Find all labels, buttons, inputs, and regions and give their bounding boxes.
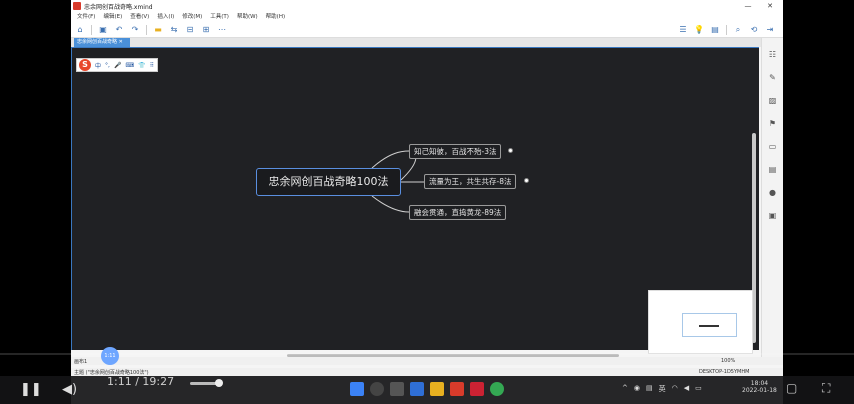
video-scrubber[interactable]: 1:11 (0, 347, 854, 365)
close-button[interactable]: ✕ (761, 0, 779, 12)
more-icon[interactable]: ⋯ (217, 25, 227, 35)
minimap-viewport (682, 313, 737, 337)
screen: 忠余网创百战奇略.xmind — ✕ 文件(F) 编辑(E) 查看(V) 插入(… (0, 0, 854, 404)
collapse-dot-2[interactable] (524, 178, 529, 183)
status-bar: 主题 ("忠余网创百战奇略100法") DESKTOP-1D5YMHM (71, 368, 783, 376)
windows-start-icon[interactable] (350, 382, 364, 396)
tab-document[interactable]: 忠余网创百战奇略 ✕ (74, 38, 130, 47)
wifi-icon[interactable]: ◠ (672, 384, 678, 394)
menu-file[interactable]: 文件(F) (73, 12, 99, 22)
minimize-button[interactable]: — (739, 0, 757, 12)
link-branch-1b (371, 150, 410, 169)
widgets-icon[interactable] (410, 382, 424, 396)
fullscreen-icon[interactable]: ⛶ (822, 381, 830, 396)
menu-tools[interactable]: 工具(T) (206, 12, 233, 22)
search-icon[interactable]: ⌕ (733, 25, 743, 35)
tray-app-icon[interactable]: ◉ (634, 384, 640, 394)
minimap-topic (699, 325, 719, 327)
volume-slider[interactable] (190, 379, 223, 387)
taskbar-search-icon[interactable] (370, 382, 384, 396)
task-view-icon[interactable] (390, 382, 404, 396)
branch-topic-3[interactable]: 融会贯通，直捣黄龙-89法 (409, 205, 507, 220)
topic-icon[interactable]: ▬ (153, 25, 163, 35)
xmind-app-icon (73, 2, 81, 10)
overview-minimap[interactable] (648, 290, 753, 354)
notification-icon[interactable]: ▢ (786, 381, 797, 395)
tray-app2-icon[interactable]: ▤ (646, 384, 653, 394)
outline-icon[interactable]: ▭ (767, 142, 778, 152)
playback-time: 1:11 / 19:27 (107, 375, 175, 388)
scrubber-knob[interactable]: 1:11 (101, 347, 119, 365)
format-icon[interactable]: ☷ (767, 50, 778, 60)
clock-time: 18:04 (750, 380, 769, 387)
redo-icon[interactable]: ↷ (130, 25, 140, 35)
collapse-dot-1[interactable] (508, 148, 513, 153)
clock-date: 2022-01-18 (742, 387, 777, 394)
branch-topic-2[interactable]: 流量为王，共生共存-8法 (424, 174, 517, 189)
toolbar-divider (726, 24, 727, 35)
toolbar-divider (146, 24, 147, 35)
speaker-icon[interactable]: ◀ (684, 384, 689, 394)
xmind-taskbar-icon[interactable] (450, 382, 464, 396)
ime-lang[interactable]: 英 (659, 384, 666, 394)
subtopic-icon[interactable]: ⇆ (169, 25, 179, 35)
link-branch-3 (371, 195, 410, 213)
home-icon[interactable]: ⌂ (75, 25, 85, 35)
title-bar: 忠余网创百战奇略.xmind — ✕ (71, 0, 783, 12)
branch-topic-1[interactable]: 知己知彼，百战不殆-3法 (409, 144, 502, 159)
menu-modify[interactable]: 修改(M) (178, 12, 206, 22)
chevron-up-icon[interactable]: ^ (622, 384, 628, 394)
scrubber-track (0, 353, 854, 355)
wps-icon[interactable] (470, 382, 484, 396)
volume-knob[interactable] (215, 379, 223, 387)
undo-icon[interactable]: ↶ (114, 25, 124, 35)
save-icon[interactable]: ▣ (98, 25, 108, 35)
battery-icon[interactable]: ▭ (695, 384, 702, 394)
notes-icon[interactable]: ▤ (767, 165, 778, 175)
flag-icon[interactable]: ⚑ (767, 119, 778, 129)
tab-bar: 忠余网创百战奇略 ✕ (71, 38, 783, 47)
idea-icon[interactable]: 💡 (694, 25, 704, 35)
menu-view[interactable]: 查看(V) (126, 12, 153, 22)
export-icon[interactable]: ⇥ (765, 25, 775, 35)
pause-icon[interactable]: ❚❚ (20, 382, 42, 397)
menu-help[interactable]: 帮助(H) (262, 12, 289, 22)
image-icon[interactable]: ▨ (767, 96, 778, 106)
comment-icon[interactable]: ● (767, 188, 778, 198)
xmind-window: 忠余网创百战奇略.xmind — ✕ 文件(F) 编辑(E) 查看(V) 插入(… (71, 0, 783, 404)
menu-edit[interactable]: 编辑(E) (99, 12, 126, 22)
system-clock[interactable]: 18:04 2022-01-18 (742, 380, 777, 394)
menu-window[interactable]: 帮助(W) (233, 12, 262, 22)
share-icon[interactable]: ⟲ (749, 25, 759, 35)
gantt-icon[interactable]: ▤ (710, 25, 720, 35)
layout-icon[interactable]: ☰ (678, 25, 688, 35)
chrome-icon[interactable] (490, 382, 504, 396)
tab-label: 忠余网创百战奇略 (77, 39, 118, 45)
toolbar-divider (91, 24, 92, 35)
window-title: 忠余网创百战奇略.xmind (84, 3, 153, 11)
toolbar: ⌂ ▣ ↶ ↷ ▬ ⇆ ⊟ ⊞ ⋯ ☰ 💡 ▤ ⌕ ⟲ ⇥ (71, 22, 783, 38)
volume-icon[interactable]: ◀) (62, 382, 77, 397)
right-sidebar: ☷ ✎ ▨ ⚑ ▭ ▤ ● ▣ (761, 38, 783, 358)
task-icon[interactable]: ▣ (767, 211, 778, 221)
menu-bar: 文件(F) 编辑(E) 查看(V) 插入(I) 修改(M) 工具(T) 帮助(W… (71, 12, 783, 22)
boundary-icon[interactable]: ⊞ (201, 25, 211, 35)
relationship-icon[interactable]: ⊟ (185, 25, 195, 35)
central-topic[interactable]: 忠余网创百战奇略100法 (256, 168, 401, 196)
brush-icon[interactable]: ✎ (767, 73, 778, 83)
taskbar-apps (350, 382, 504, 396)
system-tray: ^ ◉ ▤ 英 ◠ ◀ ▭ (622, 384, 702, 394)
status-right-text: DESKTOP-1D5YMHM (699, 369, 750, 375)
file-explorer-icon[interactable] (430, 382, 444, 396)
menu-insert[interactable]: 插入(I) (153, 12, 178, 22)
